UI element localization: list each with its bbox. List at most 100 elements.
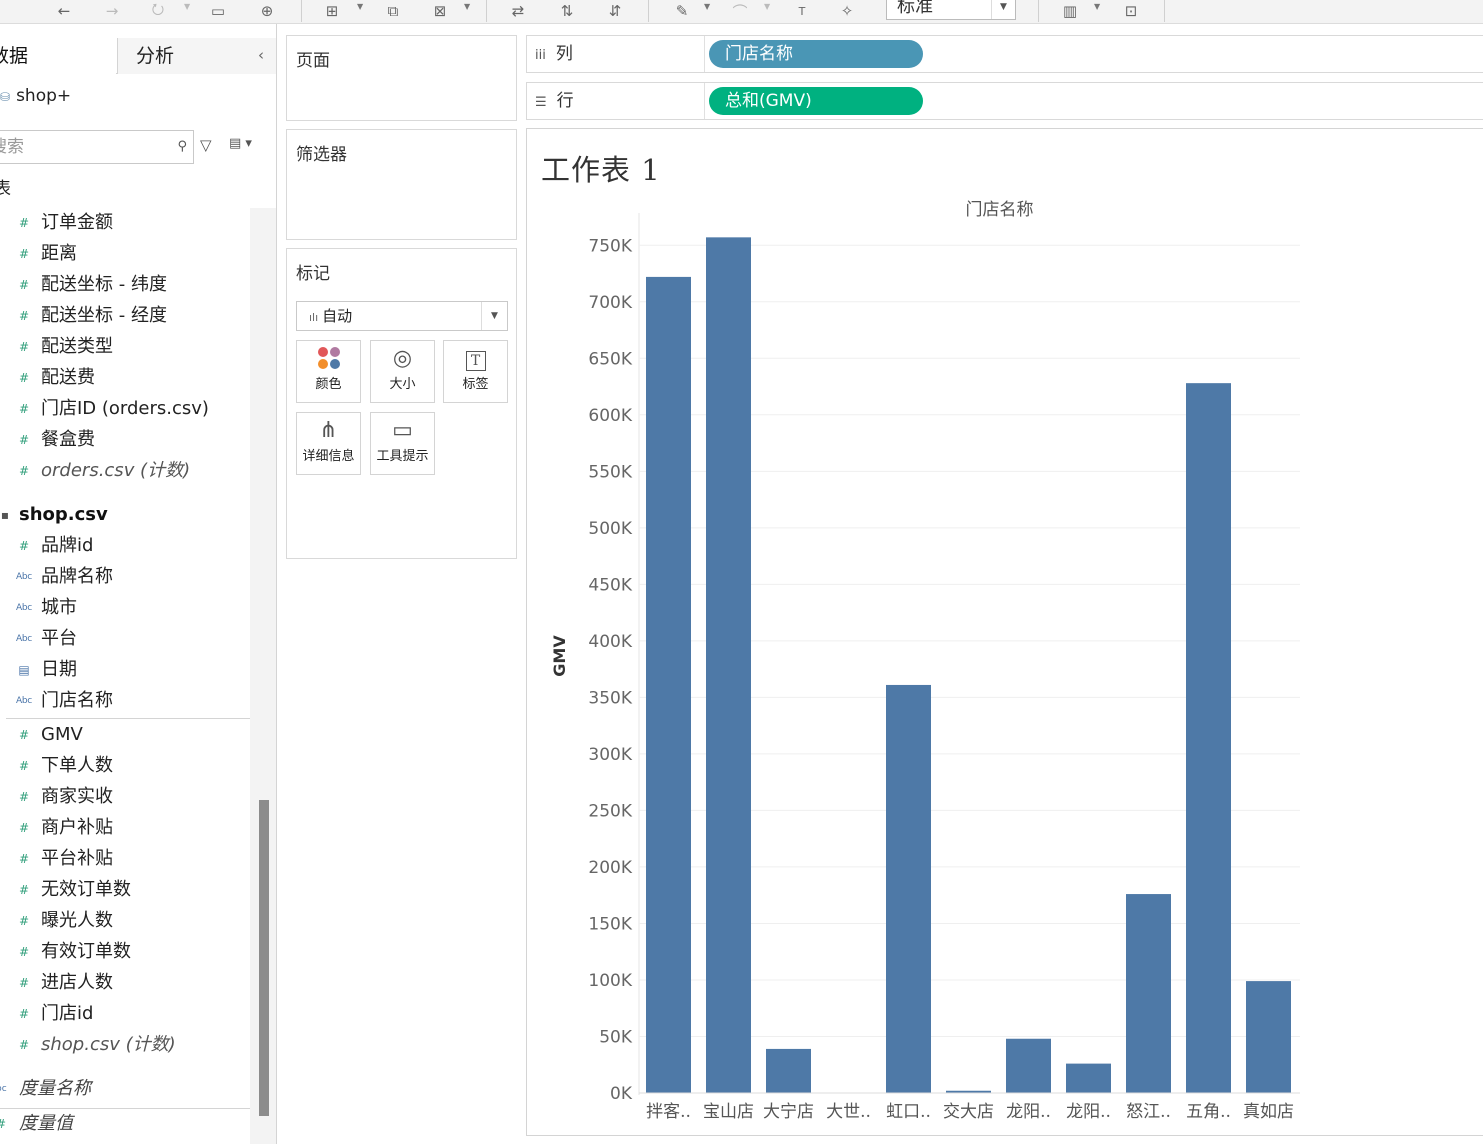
chevron-down-icon[interactable]: ▼ xyxy=(764,0,770,14)
label-button[interactable]: T 标签 xyxy=(443,340,508,403)
view-mode-select[interactable]: 标准 ▼ xyxy=(886,0,1016,20)
size-label: 大小 xyxy=(389,377,416,392)
collapse-pane-icon[interactable]: ‹ xyxy=(258,38,264,72)
filter-icon[interactable]: ▽ xyxy=(200,136,212,154)
tab-data[interactable]: 数据 xyxy=(0,38,116,74)
field-item[interactable]: # 进店人数 xyxy=(0,968,250,998)
y-tick-label: 350K xyxy=(588,688,632,708)
number-field-icon: # xyxy=(18,821,30,835)
field-item[interactable]: Abc 门店名称 xyxy=(0,686,250,716)
marks-card-title: 标记 xyxy=(296,264,330,284)
field-item[interactable]: # 配送坐标 - 纬度 xyxy=(0,270,250,300)
field-item[interactable]: # 距离 xyxy=(0,239,250,269)
field-item[interactable]: Abc 平台 xyxy=(0,624,250,654)
redo-icon[interactable]: ⭮ xyxy=(146,0,170,22)
label-icon[interactable]: T xyxy=(790,0,814,22)
field-item[interactable]: Abc 品牌名称 xyxy=(0,562,250,592)
size-icon: ◎ xyxy=(392,346,413,371)
swap-icon[interactable]: ⇄ xyxy=(506,0,530,22)
number-field-icon: # xyxy=(0,1109,6,1139)
columns-pill[interactable]: 门店名称 xyxy=(709,40,923,68)
show-me-icon[interactable]: ▥ xyxy=(1058,0,1082,22)
new-worksheet-icon[interactable]: ⊞ xyxy=(320,0,344,22)
clear-icon[interactable]: ⊠ xyxy=(428,0,452,22)
field-measure-values[interactable]: # 度量值 xyxy=(0,1109,250,1139)
search-input[interactable]: 搜索 ⚲ xyxy=(0,130,194,164)
save-icon[interactable]: ▭ xyxy=(206,0,230,22)
field-item[interactable]: # 订单金额 xyxy=(0,208,250,238)
sort-ascending-icon[interactable]: ⇅ xyxy=(555,0,579,22)
group-icon[interactable]: ⌒ xyxy=(728,0,752,22)
presentation-icon[interactable]: ⊡ xyxy=(1119,0,1143,22)
tab-analysis[interactable]: 分析 xyxy=(117,38,276,74)
chevron-down-icon[interactable]: ▼ xyxy=(704,0,710,14)
number-field-icon: # xyxy=(18,1038,30,1052)
worksheet-view[interactable]: 工作表 1 门店名称 0K 50K 100K 150K 200K 250K 300K 350K 4… xyxy=(526,128,1483,1136)
tooltip-label: 工具提示 xyxy=(376,449,429,464)
column-header: 门店名称 xyxy=(966,200,1034,220)
field-item[interactable]: # 无效订单数 xyxy=(0,875,250,905)
field-item[interactable]: # GMV xyxy=(0,720,250,750)
field-label: 门店名称 xyxy=(41,690,113,711)
new-datasource-icon[interactable]: ⊕ xyxy=(255,0,279,22)
y-tick-label: 750K xyxy=(588,236,632,256)
tooltip-button[interactable]: ▭ 工具提示 xyxy=(370,412,435,475)
chevron-down-icon[interactable]: ▼ xyxy=(1094,0,1100,14)
field-item[interactable]: # 门店id xyxy=(0,999,250,1029)
duplicate-icon[interactable]: ⧉ xyxy=(381,0,405,22)
field-item[interactable]: # 品牌id xyxy=(0,531,250,561)
field-label: 下单人数 xyxy=(41,755,113,776)
toolbar-separator xyxy=(301,0,302,22)
field-item[interactable]: # orders.csv (计数) xyxy=(0,456,250,486)
back-arrow-icon[interactable]: ← xyxy=(52,0,76,22)
pin-icon[interactable]: ✧ xyxy=(835,0,859,22)
list-view-icon[interactable]: ▤ ▾ xyxy=(229,136,252,151)
rows-shelf[interactable]: ☰ 行 总和(GMV) xyxy=(526,82,1483,120)
sort-descending-icon[interactable]: ⇵ xyxy=(603,0,627,22)
bar xyxy=(886,684,931,1093)
rows-pill[interactable]: 总和(GMV) xyxy=(709,87,923,115)
field-label: 订单金额 xyxy=(41,212,113,233)
search-icon[interactable]: ⚲ xyxy=(177,131,187,163)
field-item[interactable]: # 下单人数 xyxy=(0,751,250,781)
field-item[interactable]: # 商家实收 xyxy=(0,782,250,812)
field-item[interactable]: # 商户补贴 xyxy=(0,813,250,843)
table-item-shop[interactable]: ▪ shop.csv xyxy=(0,500,250,530)
highlight-icon[interactable]: ✎ xyxy=(670,0,694,22)
mark-type-select[interactable]: ılı 自动 ▼ xyxy=(296,301,508,331)
field-label: shop.csv (计数) xyxy=(41,1034,176,1055)
field-item[interactable]: # 配送类型 xyxy=(0,332,250,362)
field-item[interactable]: # 配送坐标 - 经度 xyxy=(0,301,250,331)
field-item[interactable]: # shop.csv (计数) xyxy=(0,1030,250,1060)
field-item[interactable]: # 门店ID (orders.csv) xyxy=(0,394,250,424)
columns-label-text: 列 xyxy=(555,44,573,64)
size-button[interactable]: ◎ 大小 xyxy=(370,340,435,403)
datasource-item[interactable]: ⛁ shop+ xyxy=(0,82,71,110)
date-field-icon: ▤ xyxy=(18,663,30,677)
y-tick-label: 200K xyxy=(588,858,632,878)
detail-button[interactable]: ⋔ 详细信息 xyxy=(296,412,361,475)
x-tick-label: 虹口.. xyxy=(886,1102,931,1122)
color-label: 颜色 xyxy=(315,377,342,392)
filters-card[interactable]: 筛选器 xyxy=(286,129,517,240)
field-item[interactable]: # 配送费 xyxy=(0,363,250,393)
field-item[interactable]: Abc 城市 xyxy=(0,593,250,623)
field-item[interactable]: # 曝光人数 xyxy=(0,906,250,936)
view-mode-value: 标准 xyxy=(897,0,933,17)
columns-shelf[interactable]: iii 列 门店名称 xyxy=(526,35,1483,73)
pages-card[interactable]: 页面 xyxy=(286,35,517,121)
y-tick-label: 300K xyxy=(588,745,632,765)
color-button[interactable]: 颜色 xyxy=(296,340,361,403)
field-item[interactable]: # 有效订单数 xyxy=(0,937,250,967)
forward-arrow-icon[interactable]: → xyxy=(100,0,124,22)
field-item[interactable]: # 平台补贴 xyxy=(0,844,250,874)
field-item[interactable]: ▤ 日期 xyxy=(0,655,250,685)
number-field-icon: # xyxy=(18,759,30,773)
chevron-down-icon[interactable]: ▼ xyxy=(464,0,470,14)
field-measure-names[interactable]: bc 度量名称 xyxy=(0,1074,250,1104)
chevron-down-icon[interactable]: ▼ xyxy=(184,0,190,14)
field-item[interactable]: # 餐盒费 xyxy=(0,425,250,455)
datasource-name: shop+ xyxy=(16,86,72,106)
chevron-down-icon[interactable]: ▼ xyxy=(357,0,363,14)
scrollbar-thumb[interactable] xyxy=(259,800,269,1116)
